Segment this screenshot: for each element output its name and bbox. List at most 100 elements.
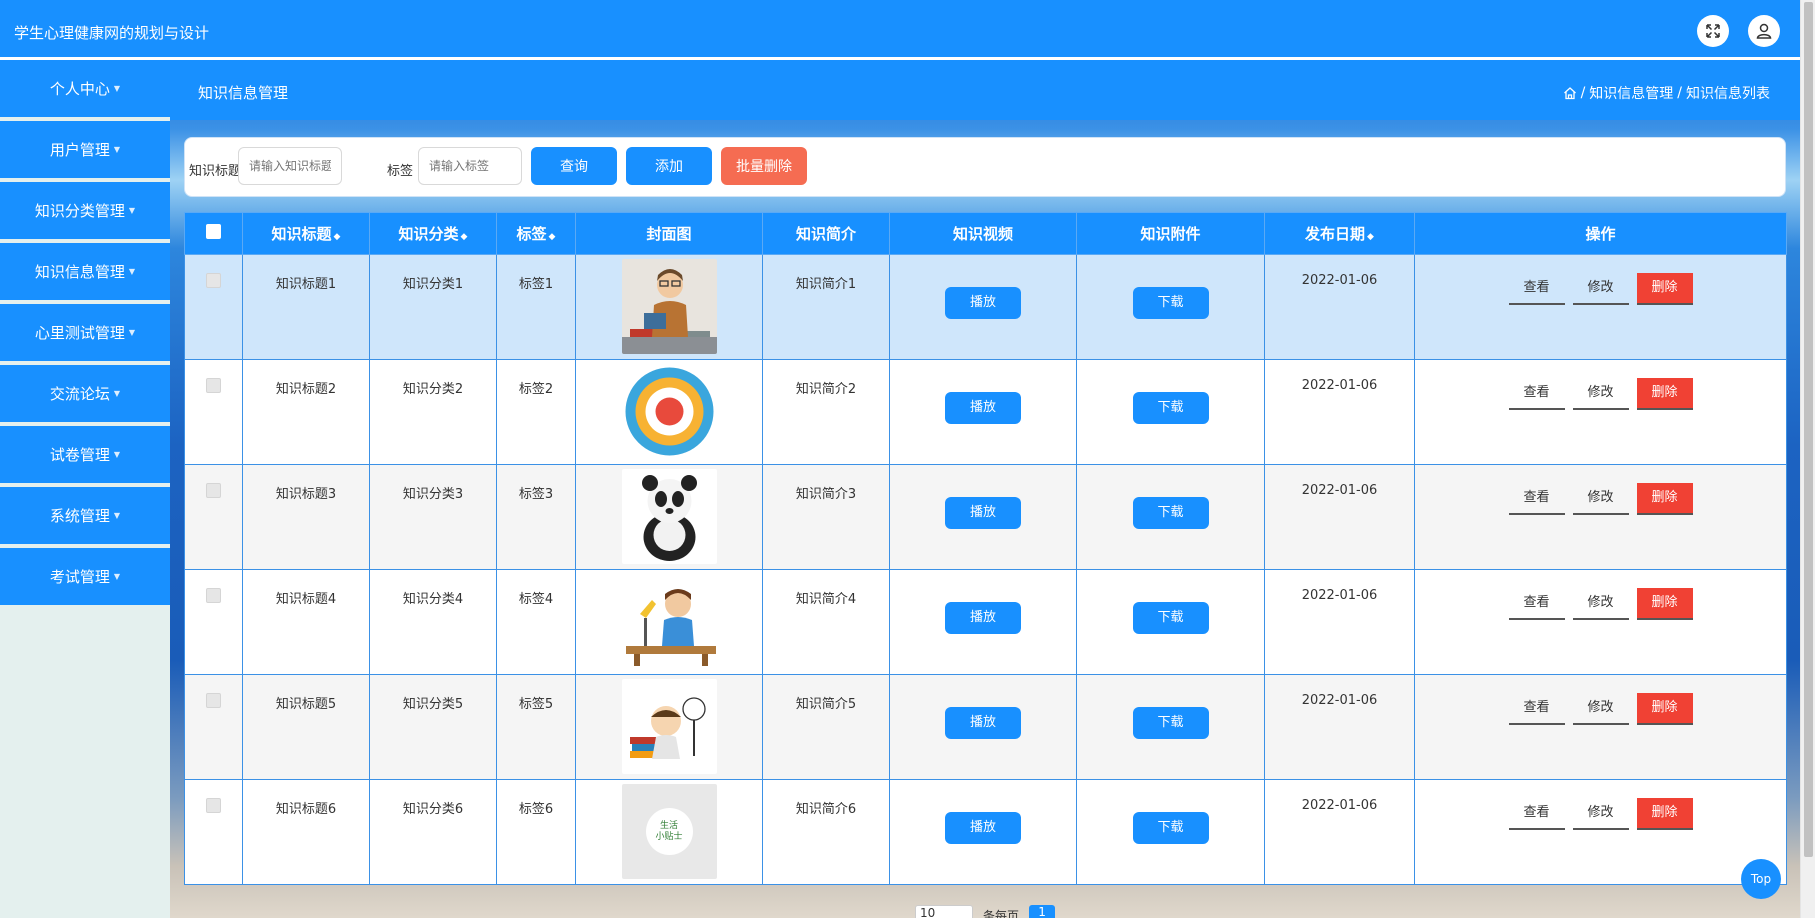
view-button[interactable]: 查看 [1508,273,1565,305]
cover-text: 生活 [659,820,678,831]
sidebar-item-label: 心里测试管理 [34,324,125,342]
sidebar-item-forum[interactable]: 交流论坛 ▼ [0,365,170,422]
chevron-down-icon: ▼ [128,206,136,215]
row-checkbox[interactable] [206,378,221,393]
query-button[interactable]: 查询 [531,147,617,185]
user-menu-button[interactable] [1748,15,1780,47]
view-button[interactable]: 查看 [1508,483,1565,515]
page-size-select[interactable]: 10 [915,905,973,918]
page-size-label: 条每页 [983,908,1020,918]
table-row[interactable]: 知识标题1 知识分类1 标签1 知识简介1 播放 下载 2022-01-06 查… [184,254,1787,360]
view-button[interactable]: 查看 [1508,588,1565,620]
download-button[interactable]: 下载 [1132,707,1209,739]
sidebar-item-exam[interactable]: 考试管理 ▼ [0,548,170,605]
search-panel: 知识标题 标签 查询 添加 批量删除 [184,137,1786,197]
select-all-checkbox[interactable] [206,224,221,239]
table-row[interactable]: 知识标题2 知识分类2 标签2 知识简介2 播放 下载 2022-01-06 查… [184,359,1787,465]
home-icon[interactable] [1563,86,1577,100]
header-title[interactable]: 知识标题 ◆ [242,212,370,255]
row-checkbox[interactable] [206,693,221,708]
download-button[interactable]: 下载 [1132,287,1209,319]
sort-icon[interactable]: ◆ [1367,232,1374,242]
view-button[interactable]: 查看 [1508,693,1565,725]
sidebar-item-user-management[interactable]: 用户管理 ▼ [0,121,170,178]
play-button[interactable]: 播放 [945,287,1021,319]
row-checkbox[interactable] [206,273,221,288]
download-button[interactable]: 下载 [1132,497,1209,529]
download-button[interactable]: 下载 [1132,392,1209,424]
play-button[interactable]: 播放 [945,497,1021,529]
sort-icon[interactable]: ◆ [334,232,341,242]
row-checkbox[interactable] [206,483,221,498]
title-search-input[interactable] [238,147,342,185]
scrollbar-thumb[interactable] [1804,2,1813,857]
row-actions: 查看 修改 删除 [1508,588,1693,620]
fullscreen-button[interactable] [1697,15,1729,47]
batch-delete-button[interactable]: 批量删除 [721,147,807,185]
download-button[interactable]: 下载 [1132,602,1209,634]
table-row[interactable]: 知识标题5 知识分类5 标签5 知识简介5 播放 下载 2022-01-06 查… [184,674,1787,780]
edit-button[interactable]: 修改 [1572,693,1629,725]
sidebar-item-knowledge-category[interactable]: 知识分类管理 ▼ [0,182,170,239]
play-button[interactable]: 播放 [945,707,1021,739]
edit-button[interactable]: 修改 [1572,588,1629,620]
cover-image [621,364,717,459]
cell-title: 知识标题5 [242,674,370,780]
sidebar-item-label: 个人中心 [49,80,110,98]
cell-category: 知识分类6 [369,779,497,885]
header-category[interactable]: 知识分类 ◆ [369,212,497,255]
sort-icon[interactable]: ◆ [461,232,468,242]
page-scrollbar[interactable] [1800,0,1815,918]
row-actions: 查看 修改 删除 [1508,798,1693,830]
tag-search-input[interactable] [418,147,522,185]
sidebar-item-label: 考试管理 [49,568,110,586]
cover-image [621,259,717,354]
download-button[interactable]: 下载 [1132,812,1209,844]
header-tag[interactable]: 标签 ◆ [496,212,576,255]
cell-tag: 标签3 [496,464,576,570]
edit-button[interactable]: 修改 [1572,378,1629,410]
delete-button[interactable]: 删除 [1636,378,1693,410]
page-number-button[interactable]: 1 [1029,905,1056,918]
header-video: 知识视频 [889,212,1077,255]
user-icon [1756,23,1772,39]
table-row[interactable]: 知识标题3 知识分类3 标签3 知识简介3 播放 下载 2022-01-06 查… [184,464,1787,570]
cell-intro: 知识简介2 [762,359,890,465]
view-button[interactable]: 查看 [1508,378,1565,410]
cell-tag: 标签4 [496,569,576,675]
cell-tag: 标签1 [496,254,576,360]
play-button[interactable]: 播放 [945,812,1021,844]
view-button[interactable]: 查看 [1508,798,1565,830]
sort-icon[interactable]: ◆ [549,232,556,242]
sidebar-item-psych-test[interactable]: 心里测试管理 ▼ [0,304,170,361]
breadcrumb-item-knowledge-info[interactable]: 知识信息管理 [1589,83,1673,103]
sidebar-item-papers[interactable]: 试卷管理 ▼ [0,426,170,483]
sidebar-item-system[interactable]: 系统管理 ▼ [0,487,170,544]
back-to-top-button[interactable]: Top [1741,859,1781,899]
sidebar-item-knowledge-info[interactable]: 知识信息管理 ▼ [0,243,170,300]
play-button[interactable]: 播放 [945,602,1021,634]
delete-button[interactable]: 删除 [1636,588,1693,620]
header-cover: 封面图 [575,212,763,255]
chevron-down-icon: ▼ [113,84,121,93]
edit-button[interactable]: 修改 [1572,273,1629,305]
play-button[interactable]: 播放 [945,392,1021,424]
edit-button[interactable]: 修改 [1572,483,1629,515]
sidebar-item-label: 用户管理 [49,141,110,159]
table-row[interactable]: 知识标题6 知识分类6 标签6 生活 小贴士 知识简介6 播放 下载 2022-… [184,779,1787,885]
delete-button[interactable]: 删除 [1636,798,1693,830]
sidebar-item-personal-center[interactable]: 个人中心 ▼ [0,60,170,117]
table-row[interactable]: 知识标题4 知识分类4 标签4 知识简介4 播放 下载 2022-01-06 查… [184,569,1787,675]
add-button[interactable]: 添加 [626,147,712,185]
chevron-down-icon: ▼ [113,572,121,581]
cell-category: 知识分类1 [369,254,497,360]
delete-button[interactable]: 删除 [1636,273,1693,305]
delete-button[interactable]: 删除 [1636,483,1693,515]
cell-tag: 标签5 [496,674,576,780]
delete-button[interactable]: 删除 [1636,693,1693,725]
row-checkbox[interactable] [206,798,221,813]
row-checkbox[interactable] [206,588,221,603]
cell-intro: 知识简介6 [762,779,890,885]
header-date[interactable]: 发布日期 ◆ [1264,212,1415,255]
edit-button[interactable]: 修改 [1572,798,1629,830]
